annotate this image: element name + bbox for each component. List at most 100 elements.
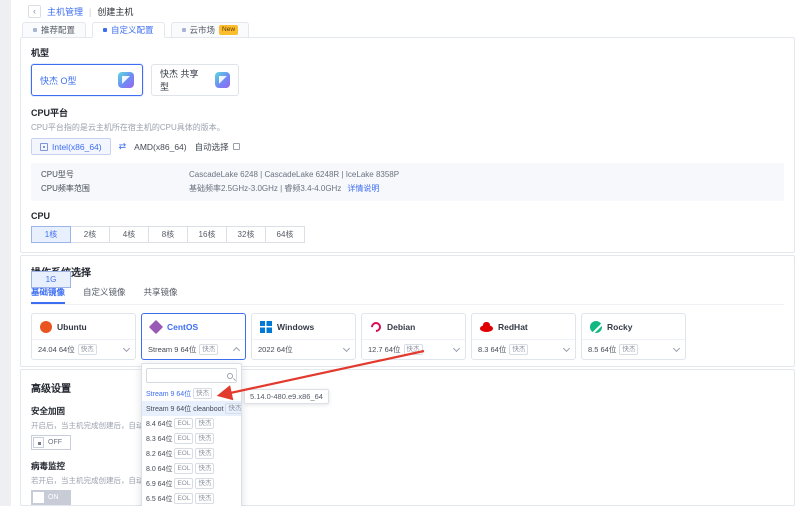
tab-label: 推荐配置 <box>41 24 75 36</box>
tab-shared-image[interactable]: 共享镜像 <box>144 286 178 304</box>
dropdown-item-8-3[interactable]: 8.3 64位 EOL 快杰 <box>142 431 241 446</box>
cpu-platform-options: Intel(x86_64) ⇄ AMD(x86_64) 自动选择 <box>31 138 784 155</box>
os-search-input[interactable] <box>150 371 227 380</box>
dropdown-item-label: 8.3 64位 <box>146 434 172 444</box>
dropdown-item-8-4[interactable]: 8.4 64位 EOL 快杰 <box>142 416 241 431</box>
cpu-model-label: CPU型号 <box>41 168 189 182</box>
chevron-down-icon <box>123 345 130 352</box>
cpu-core-option[interactable]: 2核 <box>70 226 110 243</box>
page-title: 创建主机 <box>97 5 133 18</box>
tab-custom-image[interactable]: 自定义镜像 <box>83 286 126 304</box>
kernel-version-tooltip: 5.14.0-480.e9.x86_64 <box>244 389 329 404</box>
windows-logo-icon <box>260 321 272 333</box>
virus-monitor-toggle[interactable]: ON <box>31 490 71 505</box>
cpu-core-option[interactable]: 4核 <box>109 226 149 243</box>
cpu-core-option[interactable]: 64核 <box>265 226 305 243</box>
tab-recommended-config[interactable]: 推荐配置 <box>22 22 86 38</box>
os-name: Ubuntu <box>57 322 87 332</box>
breadcrumb-separator: | <box>89 7 91 17</box>
dropdown-item-6-9[interactable]: 6.9 64位 EOL 快杰 <box>142 476 241 491</box>
os-card-rocky[interactable]: Rocky 8.5 64位快杰 <box>581 313 686 360</box>
os-card-debian[interactable]: Debian 12.7 64位快杰 <box>361 313 466 360</box>
tab-dot-icon <box>103 28 107 32</box>
os-card-windows[interactable]: Windows 2022 64位 <box>251 313 356 360</box>
rocky-logo-icon <box>590 321 602 333</box>
kuaijie-tag: 快杰 <box>78 344 97 355</box>
chevron-down-icon <box>343 345 350 352</box>
os-version: 2022 64位 <box>258 344 293 355</box>
toggle-knob <box>33 437 44 448</box>
cpu-platform-desc: CPU平台指的是云主机所在宿主机的CPU具体的版本。 <box>31 122 784 133</box>
kuaijie-tag: 快杰 <box>193 388 212 399</box>
collapsed-sidebar <box>0 0 11 506</box>
auto-select-label: 自动选择 <box>195 141 229 153</box>
kuaijie-tag: 快杰 <box>195 493 214 504</box>
dropdown-item-8-2[interactable]: 8.2 64位 EOL 快杰 <box>142 446 241 461</box>
os-version: 24.04 64位 <box>38 344 75 355</box>
cpu-chip-icon <box>40 143 48 151</box>
os-card-redhat[interactable]: RedHat 8.3 64位快杰 <box>471 313 576 360</box>
toggle-state: OFF <box>48 439 62 446</box>
os-version: 8.5 64位 <box>588 344 616 355</box>
machine-type-name: 快杰 共享型 <box>160 67 205 93</box>
memory-option[interactable]: 1G <box>31 271 71 288</box>
tab-cloud-market[interactable]: 云市场 New <box>171 22 250 38</box>
amd-platform-button[interactable]: AMD(x86_64) <box>134 142 186 152</box>
eol-tag: EOL <box>174 493 193 504</box>
dropdown-item-8-0[interactable]: 8.0 64位 EOL 快杰 <box>142 461 241 476</box>
tab-base-image[interactable]: 基础镜像 <box>31 286 65 304</box>
dropdown-item-label: 8.4 64位 <box>146 419 172 429</box>
dropdown-item-stream9-cleanboot[interactable]: Stream 9 64位 cleanboot 快杰 <box>142 401 241 416</box>
create-host-page: ‹ 主机管理 | 创建主机 推荐配置 自定义配置 云市场 New 机型 快杰 O… <box>0 0 800 506</box>
dropdown-search[interactable] <box>146 368 237 383</box>
eol-tag: EOL <box>174 463 193 474</box>
os-name: RedHat <box>498 322 528 332</box>
centos-version-dropdown: Stream 9 64位 快杰 Stream 9 64位 cleanboot 快… <box>141 363 242 506</box>
tab-custom-config[interactable]: 自定义配置 <box>92 22 165 38</box>
dropdown-item-label: 8.0 64位 <box>146 464 172 474</box>
dropdown-item-6-5[interactable]: 6.5 64位 EOL 快杰 <box>142 491 241 506</box>
back-button[interactable]: ‹ <box>28 5 41 18</box>
machine-type-kuaijie-o[interactable]: 快杰 O型 <box>31 64 143 96</box>
freq-detail-link[interactable]: 详情说明 <box>347 182 379 196</box>
toggle-state: ON <box>48 494 59 501</box>
cpu-core-option[interactable]: 32核 <box>226 226 266 243</box>
redhat-logo-icon <box>480 325 493 332</box>
cpu-core-option[interactable]: 8核 <box>148 226 188 243</box>
security-hardening-toggle[interactable]: OFF <box>31 435 71 450</box>
tab-label: 自定义配置 <box>111 24 154 36</box>
intel-platform-button[interactable]: Intel(x86_64) <box>31 138 111 155</box>
cpu-core-option[interactable]: 1核 <box>31 226 71 243</box>
os-card-ubuntu[interactable]: Ubuntu 24.04 64位快杰 <box>31 313 136 360</box>
dropdown-item-stream9[interactable]: Stream 9 64位 快杰 <box>142 386 241 401</box>
kuaijie-tag: 快杰 <box>195 448 214 459</box>
auto-select-checkbox-icon <box>233 143 240 150</box>
os-name: Debian <box>387 322 415 332</box>
auto-select-option[interactable]: 自动选择 <box>195 141 240 153</box>
breadcrumb-host-management[interactable]: 主机管理 <box>47 5 83 18</box>
kuaijie-tag: 快杰 <box>509 344 528 355</box>
machine-type-label: 机型 <box>31 46 784 59</box>
os-name: Windows <box>277 322 314 332</box>
cpu-core-option[interactable]: 16核 <box>187 226 227 243</box>
os-version: 8.3 64位 <box>478 344 506 355</box>
eol-tag: EOL <box>174 478 193 489</box>
cpu-platform-label: CPU平台 <box>31 106 784 119</box>
cpu-info-box: CPU型号 CascadeLake 6248 | CascadeLake 624… <box>31 163 784 201</box>
chevron-down-icon <box>453 345 460 352</box>
os-card-centos[interactable]: CentOS Stream 9 64位快杰 <box>141 313 246 360</box>
tab-label: 云市场 <box>190 24 216 36</box>
machine-type-options: 快杰 O型 快杰 共享型 <box>31 64 784 96</box>
ubuntu-logo-icon <box>40 321 52 333</box>
new-badge: New <box>219 25 238 35</box>
toggle-knob <box>33 492 44 503</box>
advanced-settings-section: 高级设置 安全加固 开启后，当主机完成创建后，自动免费安装 OFF 病毒监控 若… <box>20 369 795 506</box>
virus-monitor-desc: 若开启，当主机完成创建后，自动免费开 <box>31 475 149 486</box>
cpu-freq-label: CPU频率范围 <box>41 182 189 196</box>
kuaijie-tag: 快杰 <box>619 344 638 355</box>
os-name: Rocky <box>607 322 633 332</box>
centos-logo-icon <box>149 319 163 333</box>
cpu-model-row: CPU型号 CascadeLake 6248 | CascadeLake 624… <box>41 168 774 182</box>
machine-type-kuaijie-shared[interactable]: 快杰 共享型 <box>151 64 239 96</box>
kuaijie-tag: 快杰 <box>195 478 214 489</box>
